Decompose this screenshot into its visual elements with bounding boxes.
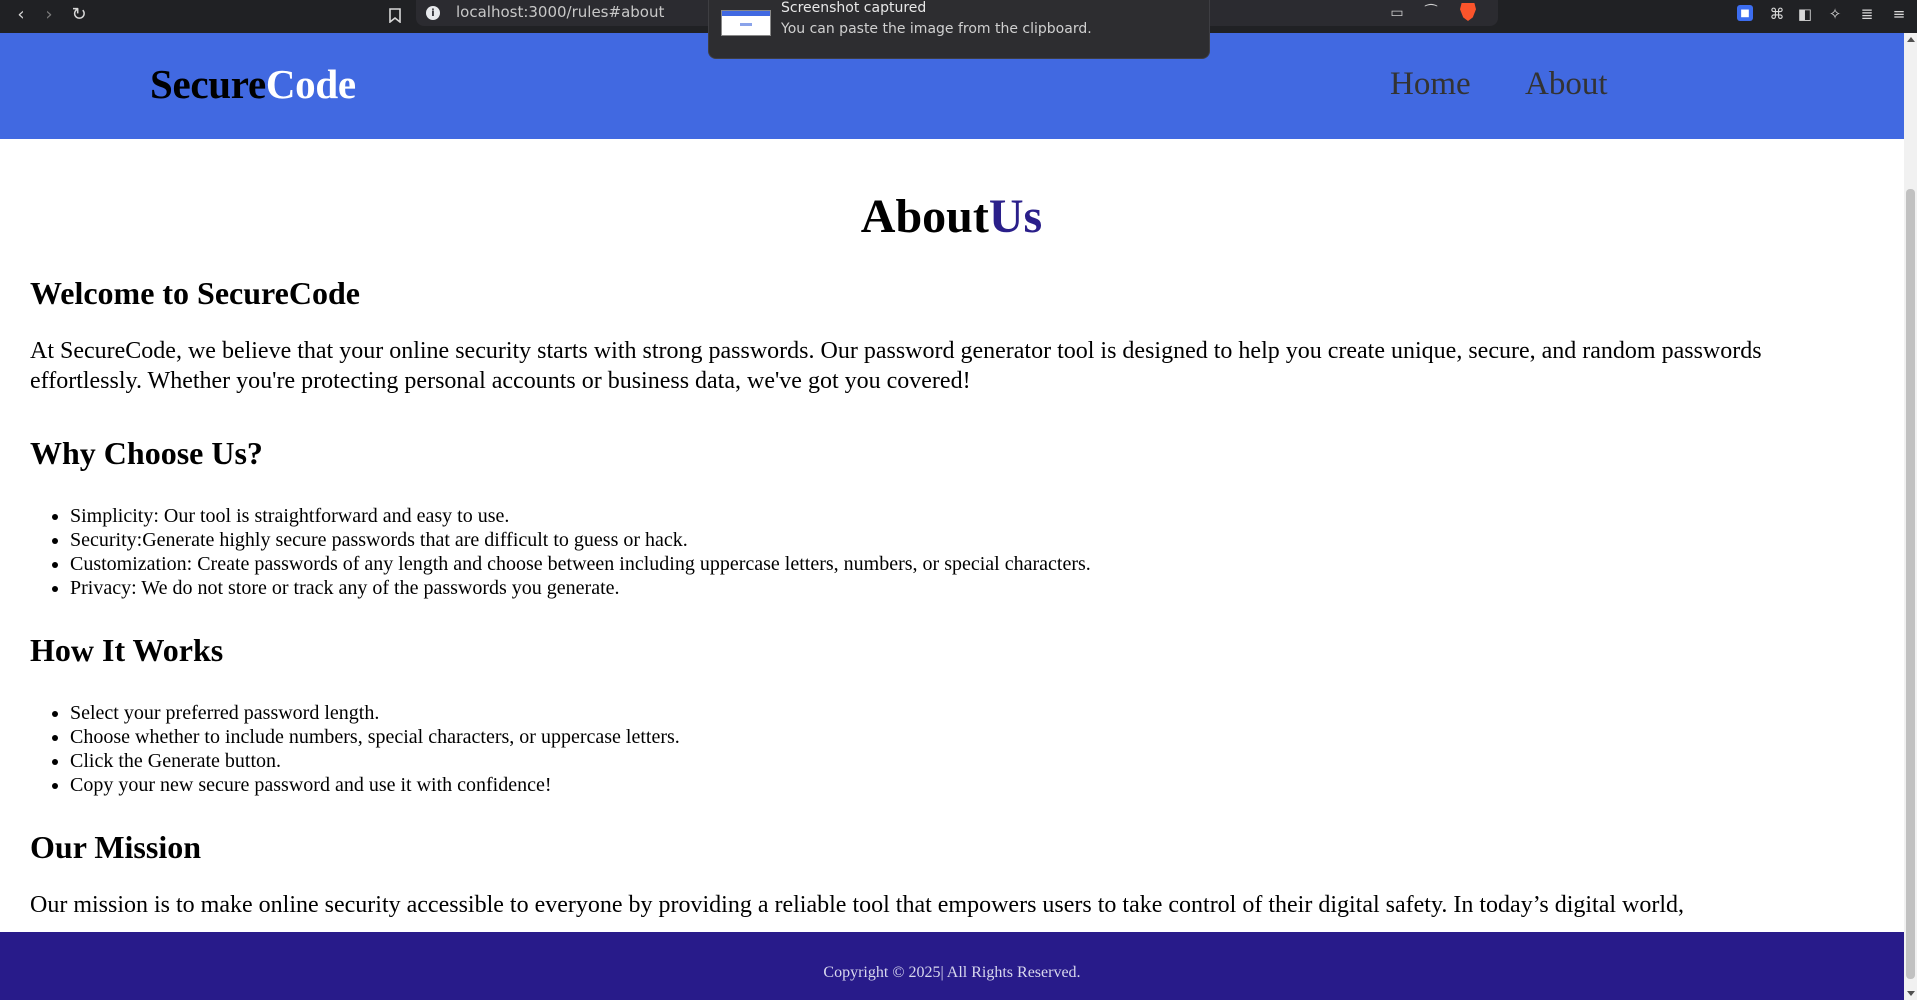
menu-icon[interactable]: ≡ [1888, 3, 1910, 25]
why-choose-list: Simplicity: Our tool is straightforward … [30, 504, 1091, 600]
screenshot-thumbnail [721, 10, 771, 36]
scroll-down-icon[interactable] [1907, 991, 1915, 996]
site-footer: Copyright © 2025| All Rights Reserved. [0, 932, 1904, 1000]
page-title: AboutUs [30, 189, 1873, 244]
scrollbar-thumb[interactable] [1906, 189, 1915, 979]
mission-paragraph: Our mission is to make online security a… [30, 892, 1685, 918]
list-item: Copy your new secure password and use it… [70, 773, 680, 797]
logo-code: Code [265, 61, 356, 107]
how-it-works-list: Select your preferred password length. C… [30, 701, 680, 797]
how-it-works-heading: How It Works [30, 632, 224, 668]
scroll-up-icon[interactable] [1907, 37, 1915, 42]
why-choose-heading: Why Choose Us? [30, 435, 263, 471]
bitwarden-extension-icon[interactable]: ■ [1737, 5, 1753, 21]
copyright-text: Copyright © 2025| All Rights Reserved. [823, 964, 1081, 981]
site-info-icon[interactable]: i [426, 6, 440, 20]
leo-ai-icon[interactable]: ✧ [1824, 3, 1846, 25]
back-icon[interactable]: ‹ [8, 2, 34, 28]
nav-home-link[interactable]: Home [1390, 66, 1471, 103]
welcome-heading: Welcome to SecureCode [30, 275, 360, 311]
wallet-icon[interactable]: ≣ [1856, 3, 1878, 25]
toast-title: Screenshot captured [781, 0, 927, 16]
cast-icon[interactable]: ▭ [1386, 2, 1408, 24]
screenshot-toast: Screenshot captured You can paste the im… [708, 0, 1210, 59]
reload-icon[interactable]: ↻ [66, 2, 92, 28]
brave-shield-icon[interactable] [1460, 3, 1476, 21]
list-item: Security:Generate highly secure password… [70, 528, 1091, 552]
list-item: Customization: Create passwords of any l… [70, 552, 1091, 576]
list-item: Select your preferred password length. [70, 701, 680, 725]
page-scrollbar[interactable] [1904, 33, 1917, 1000]
url-text[interactable]: localhost:3000/rules#about [456, 3, 664, 21]
extensions-puzzle-icon[interactable]: ⌘ [1766, 3, 1788, 25]
nav-about-link[interactable]: About [1525, 66, 1608, 103]
title-about: About [860, 190, 989, 243]
forward-icon[interactable]: › [36, 2, 62, 28]
list-item: Click the Generate button. [70, 749, 680, 773]
mission-heading: Our Mission [30, 829, 201, 865]
sidebar-toggle-icon[interactable]: ◧ [1794, 3, 1816, 25]
logo-secure: Secure [150, 61, 266, 107]
welcome-paragraph: At SecureCode, we believe that your onli… [30, 338, 1762, 394]
list-item: Simplicity: Our tool is straightforward … [70, 504, 1091, 528]
share-icon[interactable]: ⁀ [1420, 2, 1442, 24]
list-item: Privacy: We do not store or track any of… [70, 576, 1091, 600]
toast-message: You can paste the image from the clipboa… [781, 21, 1092, 37]
site-logo[interactable]: SecureCode [150, 60, 356, 108]
list-item: Choose whether to include numbers, speci… [70, 725, 680, 749]
title-us: Us [988, 190, 1043, 243]
page-viewport: SecureCode Home About AboutUs Welcome to… [0, 33, 1904, 1000]
bookmark-icon[interactable] [384, 2, 406, 28]
